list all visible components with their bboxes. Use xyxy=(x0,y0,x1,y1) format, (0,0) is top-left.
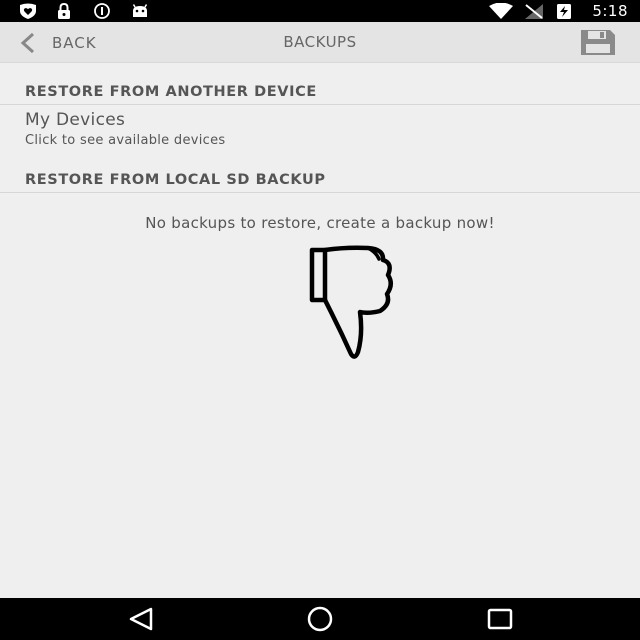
back-button[interactable]: BACK xyxy=(18,22,128,63)
home-circle-icon[interactable] xyxy=(304,606,336,632)
back-triangle-icon[interactable] xyxy=(125,606,157,632)
my-devices-item[interactable]: My Devices Click to see available device… xyxy=(0,108,640,152)
lock-icon xyxy=(58,3,70,19)
save-icon[interactable] xyxy=(580,29,616,56)
my-devices-subtitle: Click to see available devices xyxy=(25,133,226,148)
circle-info-icon xyxy=(94,3,110,19)
wifi-icon xyxy=(489,3,513,19)
back-button-label: BACK xyxy=(52,33,97,52)
empty-state-message: No backups to restore, create a backup n… xyxy=(145,214,495,232)
recents-square-icon[interactable] xyxy=(484,606,516,632)
chevron-left-icon xyxy=(20,32,35,53)
thumbs-down-icon xyxy=(309,245,393,359)
android-icon xyxy=(132,4,148,17)
signal-off-icon xyxy=(525,4,543,19)
section-header-another-device: RESTORE FROM ANOTHER DEVICE xyxy=(0,83,640,105)
section-header-label: RESTORE FROM LOCAL SD BACKUP xyxy=(25,172,326,188)
status-time: 5:18 xyxy=(592,2,628,20)
battery-charging-icon xyxy=(557,4,571,19)
heart-shield-icon xyxy=(20,3,36,19)
section-header-local-sd: RESTORE FROM LOCAL SD BACKUP xyxy=(0,171,640,193)
my-devices-title: My Devices xyxy=(25,110,126,130)
navigation-bar xyxy=(0,598,640,640)
status-bar: 5:18 xyxy=(0,0,640,22)
section-header-label: RESTORE FROM ANOTHER DEVICE xyxy=(25,84,317,100)
app-bar: BACK BACKUPS xyxy=(0,22,640,63)
